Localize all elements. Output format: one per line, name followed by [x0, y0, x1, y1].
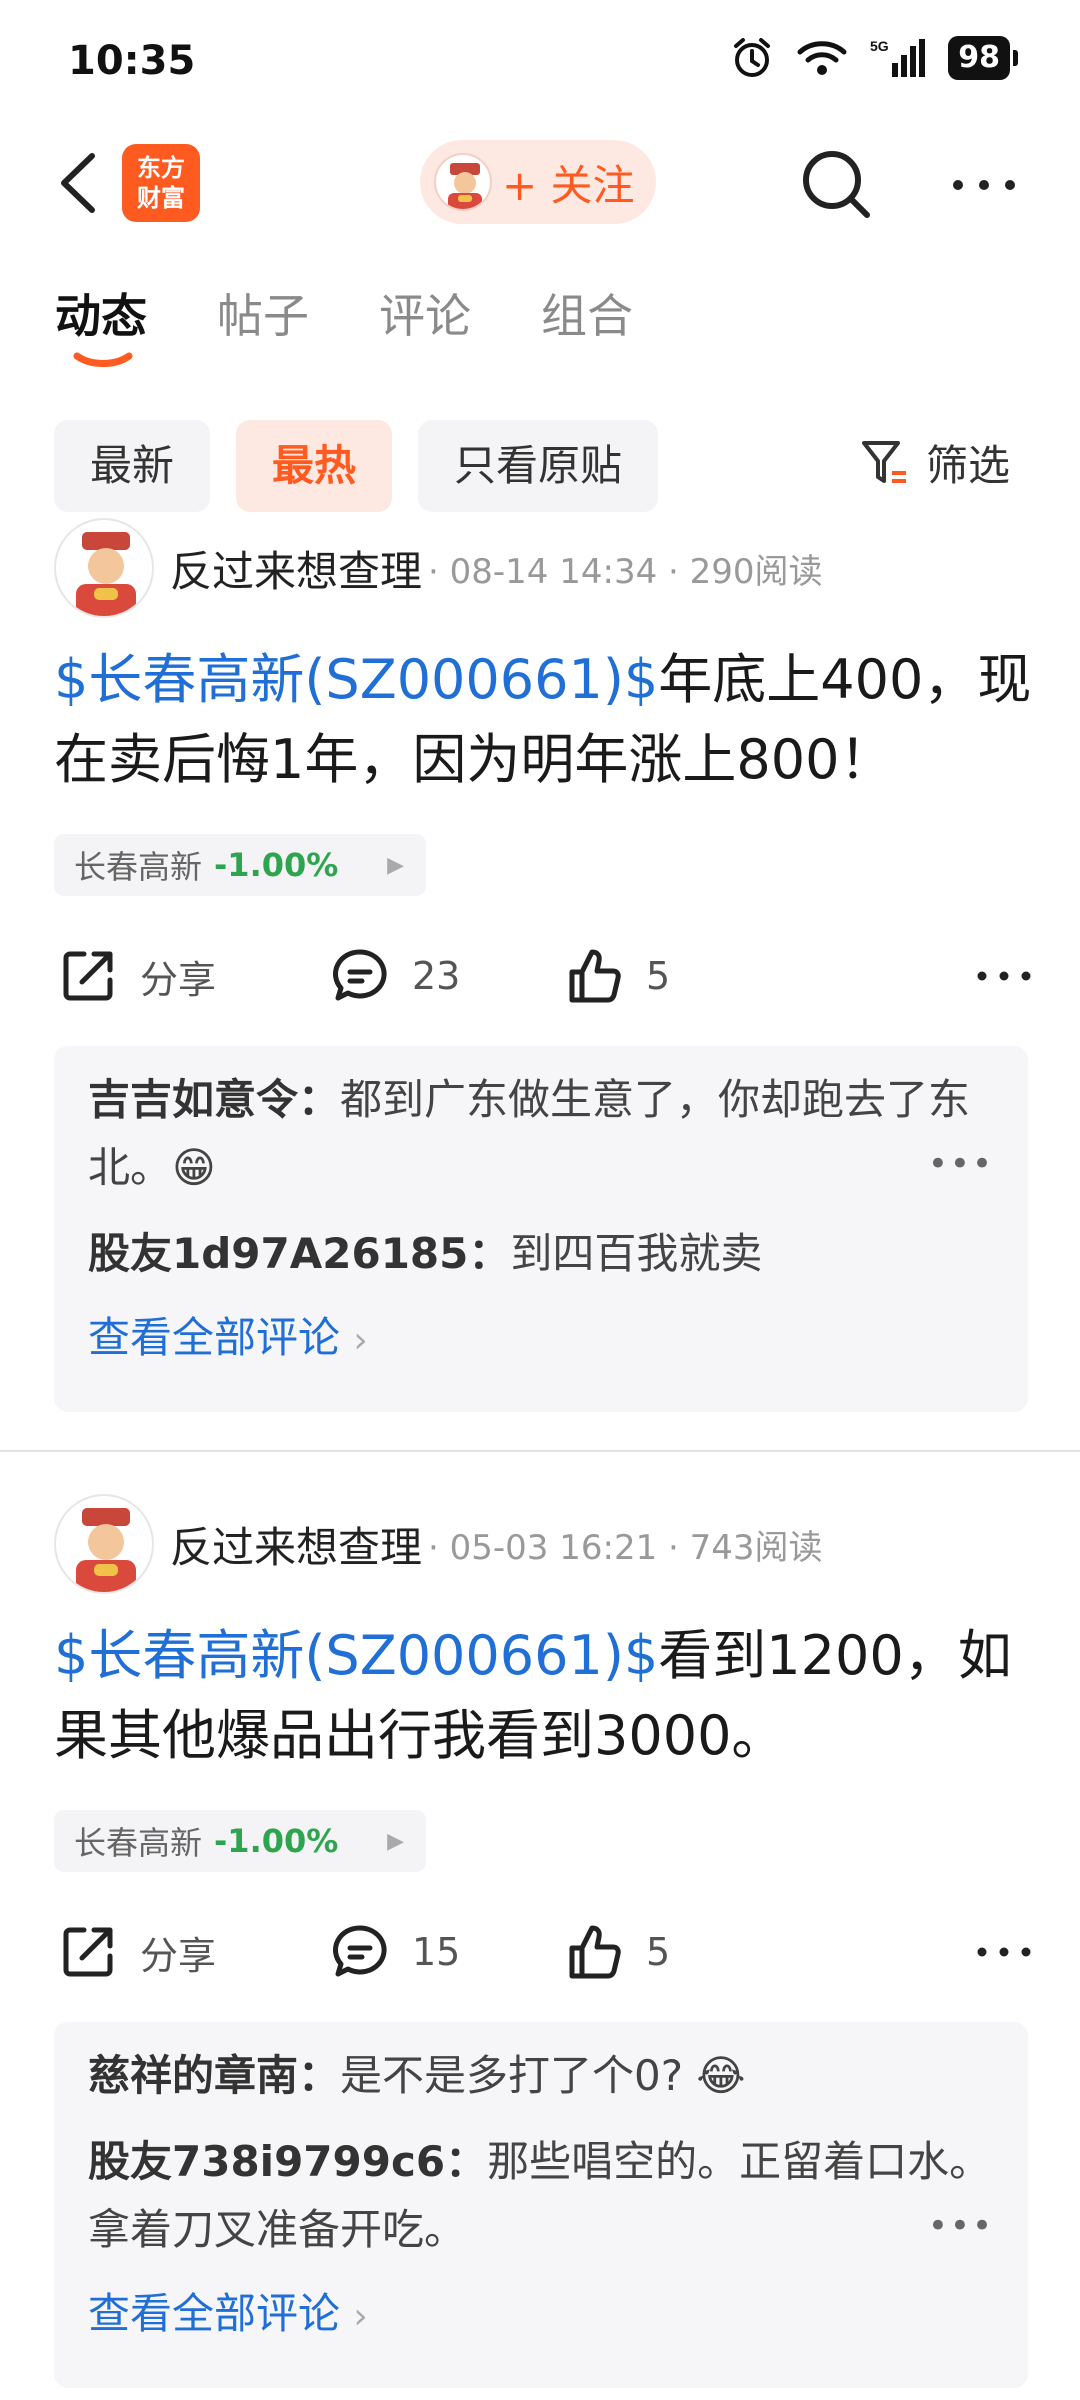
comment-user[interactable]: 股友1d97A26185：	[88, 1229, 510, 1278]
chevron-right-icon: ▶	[387, 852, 404, 878]
tab-portfolio[interactable]: 组合	[541, 280, 633, 346]
chip-hottest[interactable]: 最热	[236, 420, 393, 512]
caishen-avatar-icon	[76, 1508, 136, 1592]
app-logo: 东方 财富	[122, 144, 200, 222]
filter-icon	[862, 440, 906, 483]
stock-change: -1.00%	[214, 1822, 339, 1860]
post-divider	[0, 1450, 1080, 1452]
svg-text:5G: 5G	[870, 38, 889, 54]
post-author[interactable]: 反过来想查理	[170, 1514, 422, 1575]
status-time: 10:35	[68, 38, 196, 84]
post-author[interactable]: 反过来想查理	[170, 538, 422, 599]
like-count: 5	[646, 1930, 671, 1974]
comment-more-icon[interactable]: •••	[928, 1130, 994, 1198]
view-all-comments-link[interactable]: 查看全部评论 ›	[88, 2280, 994, 2341]
comment-more-icon[interactable]: •••	[928, 2192, 994, 2260]
tab-bar: 动态 帖子 评论 组合	[55, 280, 633, 367]
chevron-right-icon: ▶	[387, 1828, 404, 1854]
more-icon[interactable]	[944, 150, 1024, 220]
battery-indicator: 98	[948, 36, 1018, 80]
share-label: 分享	[140, 957, 217, 1002]
comment-count: 15	[412, 1930, 461, 1974]
chevron-right-icon: ›	[353, 1320, 368, 1361]
share-label: 分享	[140, 1933, 217, 1978]
view-all-comments-link[interactable]: 查看全部评论 ›	[88, 1304, 994, 1365]
tab-posts[interactable]: 帖子	[217, 280, 309, 346]
share-icon	[63, 1927, 113, 1977]
comment-item[interactable]: 股友1d97A26185：到四百我就卖	[88, 1220, 994, 1288]
comment-item[interactable]: 慈祥的章南：是不是多打了个0? 😂	[88, 2042, 994, 2110]
nav-bar: 东方 财富 + 关注	[0, 130, 1080, 240]
post-actions: 分享 15 5	[54, 1912, 1034, 1992]
avatar	[434, 153, 492, 211]
comment-user[interactable]: 股友738i9799c6：	[88, 2137, 487, 2186]
filter-label: 筛选	[926, 441, 1011, 490]
post-more-button[interactable]	[974, 1912, 1034, 1992]
tab-dynamic[interactable]: 动态	[55, 280, 147, 367]
post-more-button[interactable]	[974, 936, 1034, 1016]
cellular-5g-icon: 5G	[870, 38, 926, 77]
comment-text: 是不是多打了个0? 😂	[340, 2051, 746, 2100]
post-meta: · 08-14 14:34 · 290阅读	[428, 551, 823, 592]
post-author-row: 反过来想查理 · 05-03 16:21 · 743阅读	[54, 1494, 823, 1594]
sort-chips: 最新 最热 只看原贴	[54, 420, 659, 512]
stock-name: 长春高新	[74, 848, 203, 886]
like-button[interactable]: 5	[564, 1912, 670, 1992]
stock-tag-link[interactable]: $长春高新(SZ000661)$	[54, 1624, 658, 1687]
thumbs-up-icon	[569, 949, 621, 1003]
post-content[interactable]: $长春高新(SZ000661)$看到1200，如果其他爆品出行我看到3000。	[54, 1616, 1034, 1776]
comment-preview: 慈祥的章南：是不是多打了个0? 😂 股友738i9799c6：那些唱空的。正留着…	[54, 2022, 1028, 2388]
like-button[interactable]: 5	[564, 936, 670, 1016]
search-icon[interactable]	[796, 144, 876, 224]
chevron-right-icon: ›	[353, 2296, 368, 2337]
tab-comments[interactable]: 评论	[379, 280, 471, 346]
stock-chip[interactable]: 长春高新 -1.00% ▶	[54, 1810, 426, 1872]
back-icon[interactable]	[50, 148, 110, 218]
caishen-avatar-icon	[448, 163, 482, 209]
chip-latest[interactable]: 最新	[54, 420, 211, 512]
filter-button[interactable]: 筛选	[860, 432, 1010, 493]
comment-user[interactable]: 吉吉如意令：	[88, 1075, 340, 1124]
share-button[interactable]: 分享	[58, 936, 216, 1016]
stock-name: 长春高新	[74, 1824, 203, 1862]
like-count: 5	[646, 954, 671, 998]
stock-change: -1.00%	[214, 846, 339, 884]
more-icon	[977, 971, 1031, 981]
comment-item[interactable]: 吉吉如意令：都到广东做生意了，你却跑去了东北。😁 •••	[88, 1066, 994, 1202]
caishen-avatar-icon	[76, 532, 136, 616]
follow-button[interactable]: + 关注	[420, 140, 656, 224]
chip-original-only[interactable]: 只看原贴	[418, 420, 659, 512]
wifi-icon	[797, 41, 847, 75]
follow-label: + 关注	[502, 160, 635, 210]
comment-icon	[333, 949, 387, 1001]
share-button[interactable]: 分享	[58, 1912, 216, 1992]
thumbs-up-icon	[569, 1925, 621, 1979]
avatar[interactable]	[54, 1494, 154, 1594]
share-icon	[63, 951, 113, 1001]
stock-chip[interactable]: 长春高新 -1.00% ▶	[54, 834, 426, 896]
post-author-row: 反过来想查理 · 08-14 14:34 · 290阅读	[54, 518, 823, 618]
status-bar: 10:35 5G 98	[0, 0, 1080, 120]
post-meta: · 05-03 16:21 · 743阅读	[428, 1527, 823, 1568]
comment-count: 23	[412, 954, 461, 998]
post-content[interactable]: $长春高新(SZ000661)$年底上400，现在卖后悔1年，因为明年涨上800…	[54, 640, 1034, 800]
comment-button[interactable]: 23	[330, 936, 460, 1016]
more-icon	[977, 1947, 1031, 1957]
comment-button[interactable]: 15	[330, 1912, 460, 1992]
active-tab-indicator	[73, 352, 133, 367]
status-icons: 5G 98	[730, 36, 1018, 80]
comment-preview: 吉吉如意令：都到广东做生意了，你却跑去了东北。😁 ••• 股友1d97A2618…	[54, 1046, 1028, 1412]
post-actions: 分享 23 5	[54, 936, 1034, 1016]
comment-item[interactable]: 股友738i9799c6：那些唱空的。正留着口水。拿着刀叉准备开吃。 •••	[88, 2128, 994, 2264]
alarm-icon	[734, 38, 771, 77]
comment-icon	[333, 1925, 387, 1977]
comment-user[interactable]: 慈祥的章南：	[88, 2051, 340, 2100]
comment-text: 到四百我就卖	[510, 1229, 763, 1278]
stock-tag-link[interactable]: $长春高新(SZ000661)$	[54, 648, 658, 711]
avatar[interactable]	[54, 518, 154, 618]
